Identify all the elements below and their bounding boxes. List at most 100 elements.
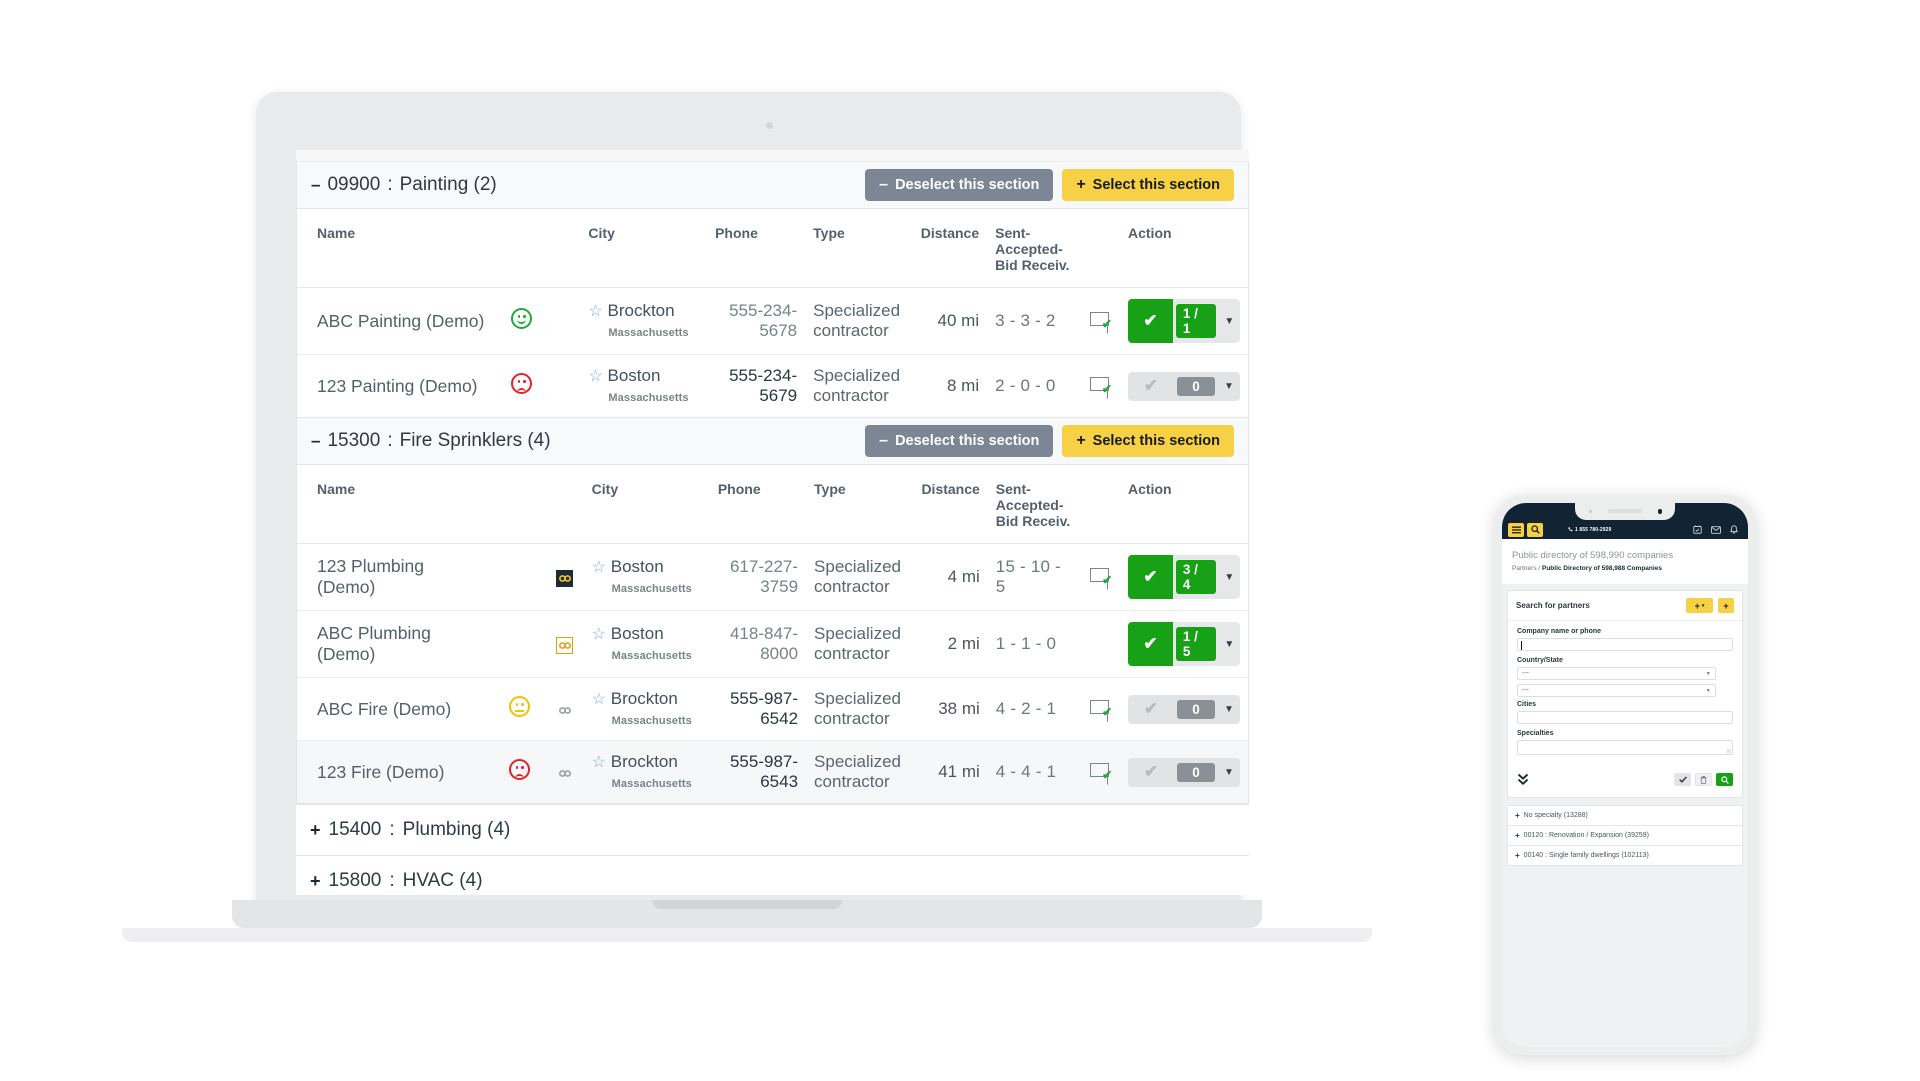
laptop-base: [232, 900, 1262, 928]
company-name[interactable]: 123 Fire (Demo): [317, 762, 444, 782]
collapse-toggle-icon[interactable]: –: [311, 175, 320, 195]
action-dropdown-caret-icon[interactable]: ▼: [1219, 622, 1240, 666]
section-title[interactable]: –15300: Fire Sprinklers (4): [311, 430, 551, 452]
table-row[interactable]: 123 Painting (Demo) ☆ Boston Massachusetts…: [297, 355, 1248, 418]
favorite-star-icon[interactable]: ☆: [592, 754, 606, 771]
add-button[interactable]: +: [1718, 598, 1734, 613]
hamburger-icon[interactable]: [1508, 522, 1524, 537]
section-title[interactable]: –09900: Painting (2): [311, 174, 497, 196]
page-title: Public directory of 598,990 companies: [1512, 550, 1674, 561]
mail-cell[interactable]: ✔: [1079, 355, 1120, 418]
mood-sad-red-icon: [511, 373, 533, 394]
clear-button[interactable]: [1695, 773, 1712, 787]
mail-cell[interactable]: [1079, 610, 1120, 678]
company-name[interactable]: ABC Painting (Demo): [317, 311, 484, 331]
select-input[interactable]: --- ▼: [1517, 684, 1716, 697]
field-label: Country/State: [1517, 657, 1563, 664]
action-confirm-button[interactable]: ✔: [1128, 299, 1173, 343]
mail-cell[interactable]: ✔: [1079, 543, 1120, 611]
select-section-button[interactable]: + Select this section: [1062, 425, 1234, 457]
collapsed-section-row[interactable]: +15800: HVAC (4): [296, 855, 1249, 895]
action-confirm-button[interactable]: ✔: [1128, 695, 1174, 724]
favorite-star-icon[interactable]: ☆: [592, 626, 606, 643]
list-item[interactable]: +00120 : Renovation / Expansion (39259): [1507, 824, 1743, 845]
city-name: Boston: [607, 366, 661, 385]
action-confirm-button[interactable]: ✔: [1128, 622, 1173, 666]
table-row[interactable]: ABC Plumbing (Demo) ☆ Boston Massachusetts…: [297, 610, 1248, 678]
company-name[interactable]: 123 Plumbing (Demo): [317, 556, 424, 597]
breadcrumb-current: Public Directory of 598,988 Companies: [1542, 565, 1662, 572]
action-dropdown-caret-icon[interactable]: ▼: [1219, 299, 1240, 343]
favorite-star-icon[interactable]: ☆: [588, 303, 602, 320]
envelope-icon[interactable]: [1711, 525, 1721, 534]
text-input[interactable]: [1517, 711, 1733, 724]
table-row[interactable]: 123 Fire (Demo) ☆ Brockton Massachusetts 55…: [297, 740, 1248, 803]
expand-icon[interactable]: +: [1515, 811, 1520, 820]
plus-icon: +: [1076, 432, 1086, 449]
column-type: Type: [806, 465, 914, 544]
favorite-star-icon[interactable]: ☆: [588, 368, 602, 385]
action-confirm-button[interactable]: ✔: [1128, 555, 1173, 599]
section-name: HVAC (4): [402, 870, 483, 891]
city-name: Brockton: [607, 301, 675, 320]
chevron-double-down-icon[interactable]: [1517, 773, 1529, 787]
action-group: ✔ 0 ▼: [1128, 694, 1240, 724]
phone-navbar: 1 855 780-2929: [1502, 520, 1748, 539]
phone-number: 555-987-6543: [729, 752, 799, 791]
laptop-bezel: –09900: Painting (2) – Deselect this sectio…: [296, 150, 1249, 895]
table-row[interactable]: ABC Painting (Demo) ☆ Brockton Massachuset…: [297, 287, 1248, 355]
deselect-section-button[interactable]: – Deselect this section: [865, 169, 1054, 201]
mood-happy-green-icon: [511, 308, 533, 329]
collapse-toggle-icon[interactable]: –: [311, 431, 320, 451]
expand-toggle-icon[interactable]: +: [310, 871, 321, 892]
add-with-menu-button[interactable]: + ▾: [1686, 598, 1713, 613]
favorite-star-icon[interactable]: ☆: [592, 559, 606, 576]
text-input[interactable]: [1517, 638, 1733, 651]
table-row[interactable]: ABC Fire (Demo) ☆ Brockton Massachusetts 55…: [297, 677, 1248, 741]
textarea-input[interactable]: [1517, 740, 1733, 755]
laptop-foot: [122, 928, 1372, 942]
action-dropdown-caret-icon[interactable]: ▼: [1219, 555, 1240, 599]
apply-button[interactable]: [1674, 773, 1691, 787]
company-name[interactable]: ABC Fire (Demo): [317, 699, 451, 719]
search-button[interactable]: [1716, 773, 1733, 787]
search-icon[interactable]: [1527, 522, 1543, 537]
mail-cell[interactable]: ✔: [1079, 740, 1120, 803]
expand-toggle-icon[interactable]: +: [310, 820, 321, 841]
specialty-list: + No specialty (13288) +00120 : Renovation…: [1507, 804, 1743, 866]
phone-number[interactable]: 1 855 780-2929: [1568, 527, 1611, 533]
action-confirm-button[interactable]: ✔: [1128, 758, 1174, 787]
favorite-star-icon[interactable]: ☆: [592, 691, 606, 708]
sent-accepted-bid: 2 - 0 - 0: [995, 376, 1056, 395]
table-row[interactable]: 123 Plumbing (Demo) ☆ Boston Massachusetts…: [297, 543, 1248, 611]
action-count-badge: 0: [1177, 699, 1215, 719]
mail-cell[interactable]: ✔: [1079, 677, 1120, 741]
search-icon: [1720, 776, 1729, 784]
mail-cell[interactable]: ✔: [1078, 287, 1120, 355]
company-name[interactable]: 123 Painting (Demo): [317, 376, 478, 396]
expand-icon[interactable]: +: [1515, 831, 1520, 840]
action-dropdown-caret-icon[interactable]: ▼: [1218, 758, 1240, 787]
laptop-camera-icon: [766, 122, 773, 129]
company-name[interactable]: ABC Plumbing (Demo): [317, 623, 431, 664]
action-dropdown-caret-icon[interactable]: ▼: [1218, 372, 1240, 401]
link-cell: [548, 287, 581, 355]
select-section-button[interactable]: + Select this section: [1062, 169, 1234, 201]
list-item[interactable]: +00140 : Single family dwellings (102113…: [1507, 844, 1743, 866]
calendar-check-icon[interactable]: [1693, 525, 1702, 534]
mood-cell: [493, 740, 547, 803]
action-confirm-button[interactable]: ✔: [1128, 372, 1174, 401]
select-input[interactable]: --- ▼: [1517, 667, 1716, 680]
collapsed-section-row[interactable]: +15400: Plumbing (4): [296, 804, 1249, 855]
breadcrumb-parent[interactable]: Partners: [1512, 565, 1537, 572]
action-dropdown-caret-icon[interactable]: ▼: [1218, 695, 1240, 724]
city-cell: ☆ Brockton Massachusetts: [583, 677, 710, 741]
section-separator: :: [387, 174, 393, 195]
expand-icon[interactable]: +: [1515, 851, 1520, 860]
bell-icon[interactable]: [1730, 525, 1738, 534]
list-item[interactable]: + No specialty (13288): [1507, 804, 1743, 825]
sent-accepted-bid: 4 - 4 - 1: [995, 762, 1057, 781]
phone-notch: [1575, 503, 1675, 520]
city-name: Brockton: [610, 689, 678, 708]
deselect-section-button[interactable]: – Deselect this section: [865, 425, 1054, 457]
